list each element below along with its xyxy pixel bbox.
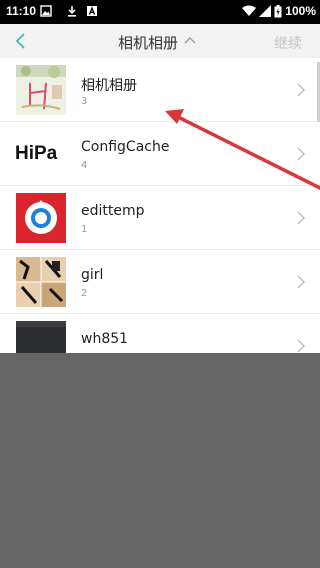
album-name: edittemp (81, 203, 145, 219)
chevron-right-icon (297, 83, 305, 97)
status-bar: 11:10 100% (0, 0, 320, 24)
status-right: 100% (242, 4, 316, 18)
album-thumbnail (16, 257, 66, 307)
album-count: 3 (81, 96, 88, 107)
chevron-up-icon[interactable] (183, 34, 197, 46)
album-count: 2 (81, 288, 88, 299)
album-count: 1 (81, 224, 88, 235)
chevron-right-icon (297, 147, 305, 161)
signal-icon (259, 5, 272, 17)
album-item-configcache[interactable]: HiPa ConfigCache 4 (0, 122, 320, 186)
album-thumbnail (16, 65, 66, 115)
image-icon (40, 5, 52, 17)
status-time: 11:10 (6, 4, 37, 18)
chevron-right-icon (297, 211, 305, 225)
battery-percent: 100% (285, 4, 316, 18)
album-name: girl (81, 267, 104, 283)
album-thumbnail (16, 193, 66, 243)
album-name: ConfigCache (81, 139, 170, 155)
album-count: 4 (81, 160, 88, 171)
battery-icon (274, 4, 282, 17)
album-name: 相机相册 (81, 78, 137, 94)
album-selector-title[interactable]: 相机相册 (118, 32, 178, 53)
app-notification-icon (87, 6, 97, 16)
album-item-camera[interactable]: 相机相册 3 (0, 58, 320, 122)
chevron-right-icon (297, 275, 305, 289)
album-item-edittemp[interactable]: edittemp 1 (0, 186, 320, 250)
album-name: wh851 (81, 331, 129, 347)
album-item-girl[interactable]: girl 2 (0, 250, 320, 314)
top-bar: 相机相册 继续 (0, 24, 320, 58)
album-thumbnail: HiPa (16, 129, 66, 179)
thumbnail-logo-text: HiPa (16, 143, 58, 164)
wifi-icon (242, 5, 257, 16)
chevron-right-icon (297, 339, 305, 353)
download-icon (68, 6, 76, 17)
back-icon[interactable] (12, 31, 32, 51)
dim-overlay[interactable] (0, 353, 320, 568)
continue-button[interactable]: 继续 (274, 33, 302, 53)
